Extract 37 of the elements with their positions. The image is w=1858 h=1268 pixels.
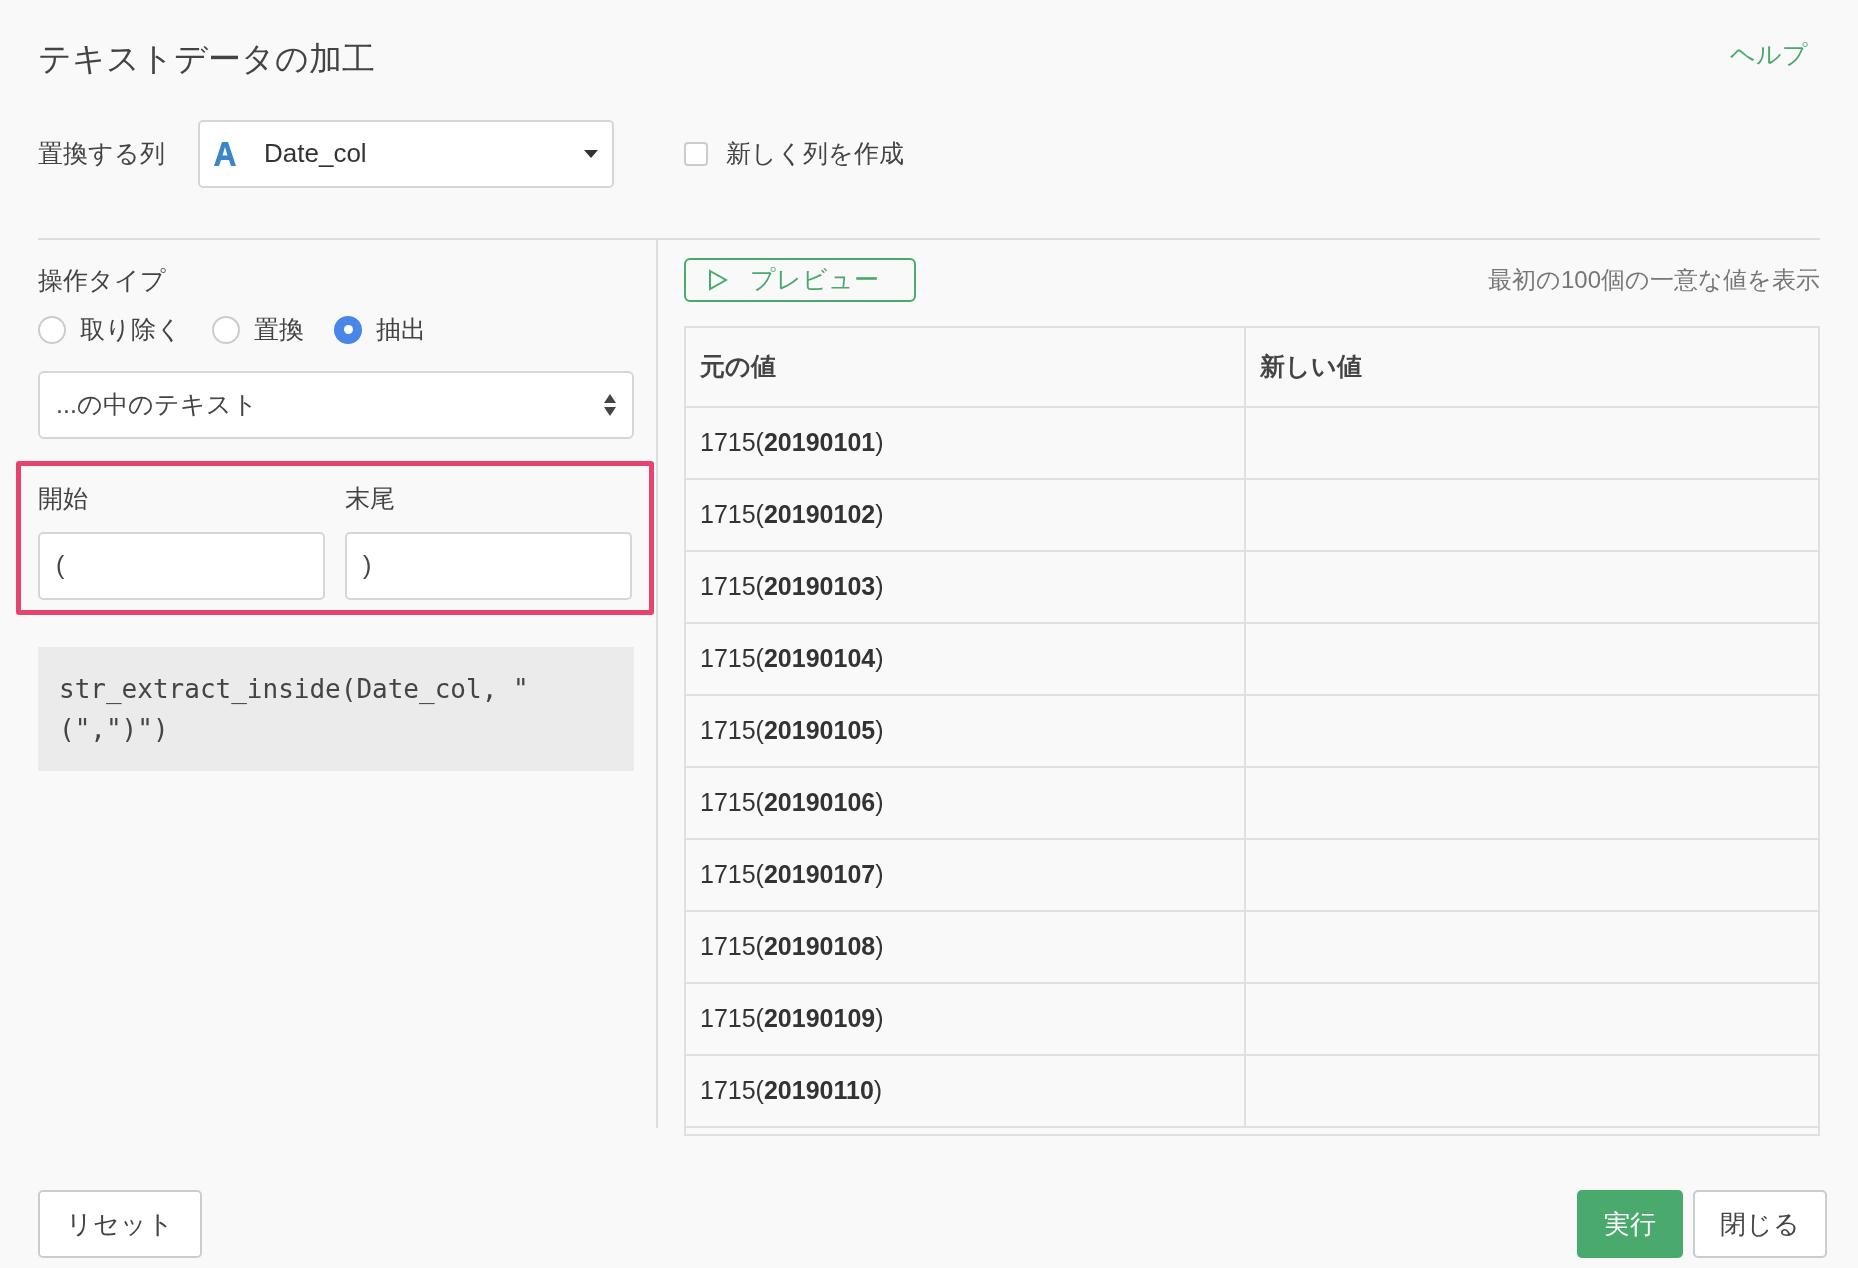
table-cell-text: 1715(20190106) bbox=[700, 786, 884, 818]
close-button[interactable]: 閉じる bbox=[1693, 1190, 1827, 1258]
dialog-title: テキストデータの加工 bbox=[38, 39, 375, 79]
radio-label: 置換 bbox=[254, 314, 304, 345]
radio-button[interactable] bbox=[334, 315, 362, 344]
radio-label: 抽出 bbox=[376, 314, 426, 345]
mode-select[interactable]: ...の中のテキスト bbox=[38, 370, 634, 439]
reset-button[interactable]: リセット bbox=[38, 1190, 202, 1258]
input-field[interactable]: ( bbox=[38, 531, 325, 600]
column-label: 置換する列 bbox=[38, 137, 166, 169]
radio-button[interactable] bbox=[212, 315, 240, 344]
checkbox[interactable] bbox=[684, 141, 708, 166]
updown-icon bbox=[604, 393, 616, 416]
radio-label: 取り除く bbox=[80, 314, 182, 345]
radio-button[interactable] bbox=[38, 315, 66, 344]
preview-note: 最初の100個の一意な値を表示 bbox=[1487, 264, 1820, 295]
play-icon bbox=[708, 268, 728, 291]
operation-label: 操作タイプ bbox=[38, 264, 167, 296]
table-cell-text: 1715(20190109) bbox=[700, 1002, 884, 1034]
table-cell-text: 1715(20190110) bbox=[700, 1074, 883, 1106]
caret-icon bbox=[584, 149, 598, 158]
input-field[interactable]: ) bbox=[345, 531, 632, 600]
table-cell-text: 1715(20190104) bbox=[700, 642, 884, 674]
table-cell-text: 1715(20190103) bbox=[700, 570, 884, 602]
column-header: 元の値 bbox=[686, 327, 1246, 406]
field-label: 開始 bbox=[38, 482, 89, 514]
column-header: 新しい値 bbox=[1259, 350, 1363, 382]
column-select[interactable]: Date_col bbox=[198, 119, 614, 188]
checkbox-label: 新しく列を作成 bbox=[726, 137, 904, 169]
table-cell-text: 1715(20190105) bbox=[700, 714, 884, 746]
table-cell-text: 1715(20190108) bbox=[700, 930, 884, 962]
field-label: 末尾 bbox=[345, 482, 396, 514]
table-cell-text: 1715(20190102) bbox=[700, 498, 884, 530]
table-cell-text: 1715(20190107) bbox=[700, 858, 884, 890]
table-cell-text: 1715(20190101) bbox=[700, 426, 884, 458]
code-block: str_extract_inside(Date_col, "(",")") bbox=[38, 646, 634, 771]
text-type-icon bbox=[214, 141, 236, 166]
